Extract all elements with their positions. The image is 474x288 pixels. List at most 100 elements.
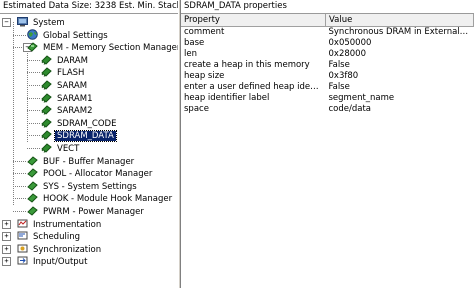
input-output-icon [17, 255, 28, 266]
tree-item-label: POOL - Allocator Manager [43, 169, 153, 180]
tree-item-label: Scheduling [33, 232, 80, 243]
hook-manager-icon [27, 192, 38, 204]
tree-item[interactable]: Scheduling [17, 230, 82, 242]
tree-item[interactable]: SARAM2 [41, 104, 95, 116]
tree-item[interactable]: SDRAM_DATA [41, 129, 117, 143]
tree-connector [13, 211, 26, 212]
tree-item-label: SYS - System Settings [43, 181, 137, 192]
tree-connector [13, 198, 26, 200]
value-column-header[interactable]: Value [325, 14, 474, 27]
scheduling-icon [17, 230, 28, 241]
tree-item-label: BUF - Buffer Manager [43, 156, 135, 167]
expand-toggle[interactable]: + [2, 244, 11, 254]
property-name: base [184, 38, 205, 48]
memory-section-icon [41, 79, 52, 90]
property-value[interactable]: 0x3f80 [326, 71, 474, 82]
property-value[interactable]: False [326, 82, 474, 93]
tree-item[interactable]: MEM - Memory Section Manager [27, 41, 178, 53]
tree-connector [27, 85, 40, 86]
tree-item-label: SDRAM_DATA [54, 130, 117, 143]
property-row[interactable]: space code/data [181, 104, 474, 115]
properties-pane: SDRAM_DATA properties Property Value com… [181, 0, 474, 288]
memory-section-icon [41, 66, 52, 78]
collapse-toggle[interactable]: − [2, 18, 11, 27]
properties-grid: Property Value comment Synchronous DRAM i… [181, 14, 474, 115]
property-row[interactable]: enter a user defined heap identifier ...… [181, 82, 474, 93]
property-row[interactable]: base 0x050000 [181, 38, 474, 49]
memory-manager-icon [27, 41, 38, 52]
property-row[interactable]: heap size 0x3f80 [181, 71, 474, 82]
property-value[interactable]: code/data [326, 104, 474, 115]
properties-title: SDRAM_DATA properties [181, 0, 474, 14]
tree-item-label: HOOK - Module Hook Manager [43, 194, 173, 205]
memory-section-icon [41, 117, 52, 128]
tree-item-label: SDRAM_CODE [57, 118, 117, 129]
property-name: len [184, 49, 197, 59]
tree-item[interactable]: DARAM [41, 54, 90, 66]
memory-section-icon [41, 54, 52, 65]
tree-connector [27, 59, 40, 61]
tree-connector [27, 122, 40, 124]
tree-item[interactable]: SYS - System Settings [27, 180, 139, 192]
tree-item[interactable]: BUF - Buffer Manager [27, 155, 136, 167]
property-row[interactable]: create a heap in this memory False [181, 60, 474, 71]
tree-item[interactable]: SARAM [41, 79, 89, 91]
property-column-header[interactable]: Property [181, 14, 326, 27]
tree-connector [27, 148, 40, 149]
globe-icon [27, 28, 38, 40]
property-row[interactable]: len 0x28000 [181, 49, 474, 60]
tree-item[interactable]: Input/Output [17, 255, 89, 267]
tree-item-label: MEM - Memory Section Manager [43, 43, 178, 54]
property-value[interactable]: Synchronous DRAM in External CE... [326, 27, 474, 39]
tree-item-label: DARAM [57, 55, 88, 66]
tree-item[interactable]: SARAM1 [41, 92, 95, 104]
tree-connector [13, 160, 26, 162]
property-value[interactable]: False [326, 60, 474, 71]
tree-pane: Estimated Data Size: 3238 Est. Min. Stac… [0, 0, 178, 288]
tree-item[interactable]: HOOK - Module Hook Manager [27, 192, 174, 204]
tree-item[interactable]: Instrumentation [17, 218, 103, 230]
tree-item[interactable]: System [17, 16, 67, 28]
property-value[interactable]: 0x050000 [326, 38, 474, 49]
tree-item-label: SARAM2 [57, 106, 93, 117]
tree-item-label: PWRM - Power Manager [43, 207, 144, 217]
property-value[interactable]: 0x28000 [326, 49, 474, 60]
tree-item[interactable]: Synchronization [17, 243, 103, 255]
expand-toggle[interactable]: + [2, 219, 11, 229]
tree-connector [13, 173, 26, 175]
tree-item[interactable]: POOL - Allocator Manager [27, 167, 154, 179]
tree-item[interactable]: VECT [41, 142, 81, 154]
tree-item-label: Input/Output [33, 257, 88, 268]
tree-item-label: System [33, 18, 65, 28]
memory-section-icon [41, 104, 52, 115]
memory-section-icon [41, 92, 52, 103]
pool-manager-icon [27, 167, 38, 178]
property-name: heap size [184, 71, 225, 81]
expand-toggle[interactable]: + [2, 257, 11, 267]
tree-connector [27, 110, 40, 112]
tree-item-label: Instrumentation [33, 219, 102, 230]
property-name: space [184, 104, 209, 114]
tree-item-label: Global Settings [43, 30, 108, 41]
tree-item-label: VECT [57, 144, 80, 154]
synchronization-icon [17, 243, 28, 254]
tree-connector [13, 34, 26, 36]
power-manager-icon [27, 205, 38, 216]
instrumentation-icon [17, 218, 28, 229]
property-row[interactable]: comment Synchronous DRAM in External CE..… [181, 27, 474, 39]
tree-connector [27, 97, 40, 99]
tree-guide-line [13, 22, 14, 205]
memory-section-icon [41, 142, 52, 153]
tree-item[interactable]: SDRAM_CODE [41, 117, 118, 129]
tree-connector [13, 185, 26, 187]
tree-item[interactable]: PWRM - Power Manager [27, 205, 146, 217]
property-value[interactable]: segment_name [326, 93, 474, 104]
tree-item[interactable]: FLASH [41, 66, 86, 78]
tree-item[interactable]: Global Settings [27, 28, 110, 41]
property-name: heap identifier label [184, 93, 270, 103]
property-row[interactable]: heap identifier label segment_name [181, 93, 474, 104]
tree-item-label: SARAM1 [57, 93, 93, 104]
estimated-data-size-status: Estimated Data Size: 3238 Est. Min. Stac… [0, 0, 178, 14]
expand-toggle[interactable]: + [2, 232, 11, 242]
property-name: comment [184, 27, 225, 37]
